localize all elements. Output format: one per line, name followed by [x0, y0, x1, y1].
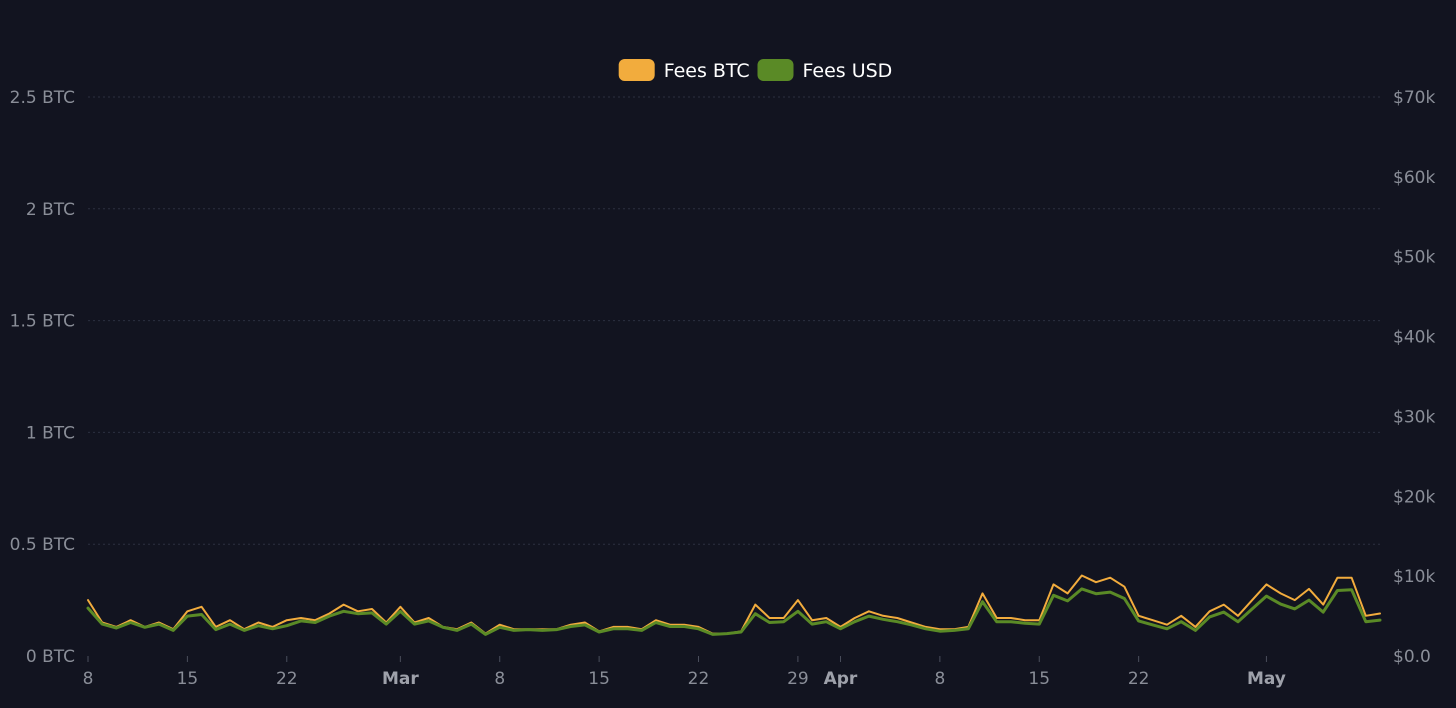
x-tick-label: 15 — [177, 669, 199, 689]
legend-item-fees-usd[interactable]: Fees USD — [757, 59, 893, 82]
y-right-tick-label: $60k — [1393, 168, 1435, 188]
x-tick-label: 29 — [787, 669, 809, 689]
grid-layer — [88, 96, 1380, 545]
y-left-tick-label: 1 BTC — [26, 423, 75, 443]
y-left-tick-label: 2 BTC — [26, 200, 75, 220]
x-tick-label: 8 — [83, 669, 94, 689]
legend[interactable]: Fees BTC Fees USD — [618, 59, 893, 82]
x-month-label: Mar — [382, 669, 419, 689]
legend-label: Fees USD — [803, 60, 893, 82]
x-tick-label: 22 — [276, 669, 298, 689]
x-tick-label: 8 — [934, 669, 945, 689]
y-right-tick-label: $10k — [1393, 567, 1435, 587]
axis-layer: 0 BTC 0.5 BTC 1 BTC 1.5 BTC 2 BTC 2.5 BTC $0.0… — [10, 88, 1436, 689]
series-line-fees-usd[interactable] — [86, 587, 1382, 636]
y-left-tick-label: 2.5 BTC — [10, 88, 75, 108]
x-tick-label: 22 — [688, 669, 710, 689]
legend-swatch — [618, 59, 655, 81]
y-right-tick-label: $40k — [1393, 328, 1435, 348]
chart-container: 0 BTC 0.5 BTC 1 BTC 1.5 BTC 2 BTC 2.5 BTC $0.0… — [0, 0, 1456, 704]
y-right-tick-label: $20k — [1393, 487, 1435, 507]
x-tick-label: 8 — [494, 669, 505, 689]
y-left-tick-label: 0 BTC — [26, 647, 75, 667]
legend-swatch — [757, 59, 794, 81]
y-right-tick-label: $70k — [1393, 88, 1435, 108]
fees-chart: 0 BTC 0.5 BTC 1 BTC 1.5 BTC 2 BTC 2.5 BTC $0.0… — [10, 59, 1436, 689]
y-right-tick-label: $30k — [1393, 407, 1435, 427]
x-tick-label: 15 — [588, 669, 610, 689]
series-layer — [86, 574, 1382, 636]
x-month-label: May — [1247, 669, 1286, 689]
x-tick-label: 22 — [1128, 669, 1150, 689]
y-left-tick-label: 0.5 BTC — [10, 535, 75, 555]
x-month-label: Apr — [824, 669, 858, 689]
legend-label: Fees BTC — [664, 60, 750, 82]
legend-item-fees-btc[interactable]: Fees BTC — [618, 59, 750, 82]
y-right-tick-label: $0.0 — [1393, 647, 1431, 667]
y-right-tick-label: $50k — [1393, 248, 1435, 268]
y-left-tick-label: 1.5 BTC — [10, 312, 75, 332]
x-tick-label: 15 — [1028, 669, 1050, 689]
